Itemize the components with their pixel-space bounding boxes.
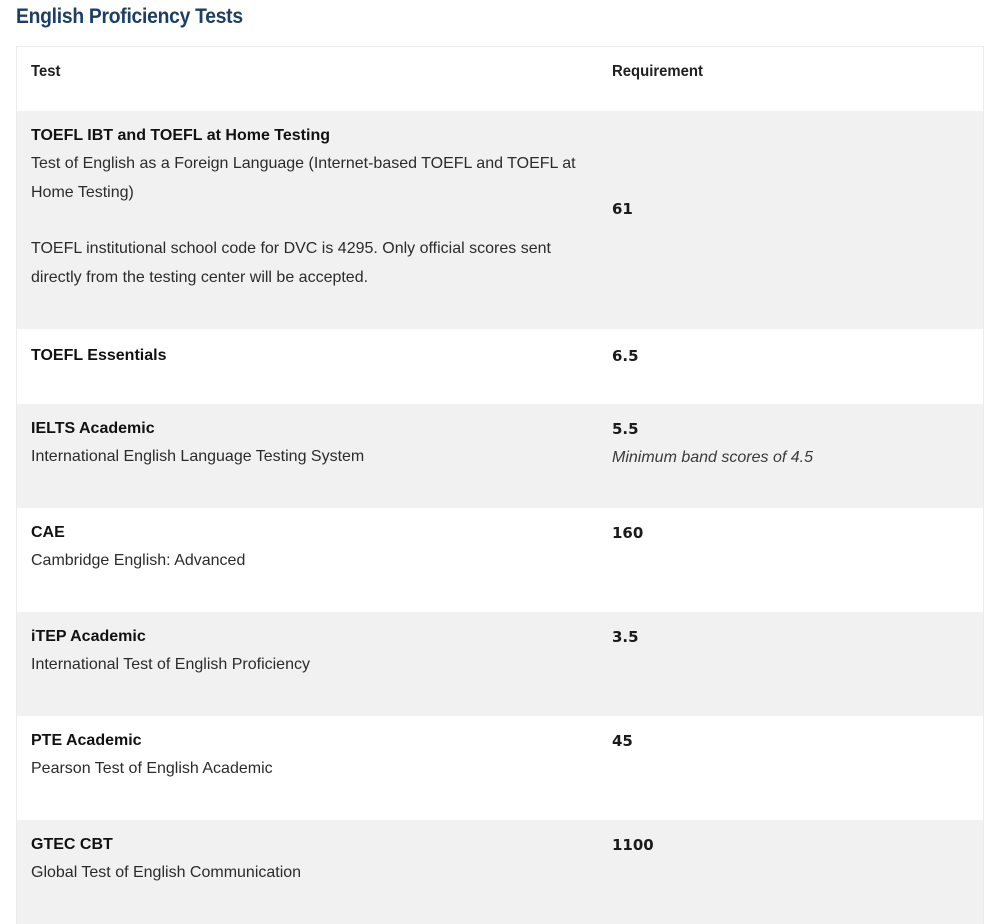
- table-header-row: Test Requirement: [17, 47, 983, 111]
- table-row: CAE Cambridge English: Advanced 160: [17, 508, 983, 612]
- requirement-value: 6.5: [612, 347, 639, 365]
- proficiency-table: Test Requirement TOEFL IBT and TOEFL at …: [16, 46, 984, 924]
- requirement-note: Minimum band scores of 4.5: [612, 449, 813, 466]
- test-name: GTEC CBT: [31, 836, 113, 853]
- test-name: TOEFL IBT and TOEFL at Home Testing: [31, 127, 330, 144]
- test-name: CAE: [31, 524, 65, 541]
- test-description: Pearson Test of English Academic: [31, 760, 273, 777]
- header-test: Test: [31, 63, 61, 80]
- table-row: iTEP Academic International Test of Engl…: [17, 612, 983, 716]
- test-description: International Test of English Proficienc…: [31, 656, 310, 673]
- table-row: PTE Academic Pearson Test of English Aca…: [17, 716, 983, 820]
- test-name: IELTS Academic: [31, 420, 155, 437]
- requirement-value: 160: [612, 524, 644, 542]
- page-title: English Proficiency Tests: [16, 5, 243, 28]
- test-name: PTE Academic: [31, 732, 142, 749]
- requirement-value: 45: [612, 732, 633, 750]
- test-name: iTEP Academic: [31, 628, 146, 645]
- requirement-value: 1100: [612, 836, 654, 854]
- test-note: TOEFL institutional school code for DVC …: [31, 240, 551, 286]
- requirement-value: 5.5: [612, 420, 639, 438]
- test-description: Global Test of English Communication: [31, 864, 302, 881]
- test-description: International English Language Testing S…: [31, 448, 365, 465]
- table-row: IELTS Academic International English Lan…: [17, 404, 983, 508]
- table-row: TOEFL IBT and TOEFL at Home Testing Test…: [17, 111, 983, 329]
- test-description: Test of English as a Foreign Language (I…: [31, 155, 576, 201]
- test-description: Cambridge English: Advanced: [31, 552, 246, 569]
- table-row: TOEFL Essentials 6.5: [17, 329, 983, 404]
- table-row: GTEC CBT Global Test of English Communic…: [17, 820, 983, 924]
- header-requirement: Requirement: [612, 63, 703, 80]
- requirement-value: 3.5: [612, 628, 639, 646]
- requirement-value: 61: [612, 200, 633, 218]
- test-name: TOEFL Essentials: [31, 347, 167, 364]
